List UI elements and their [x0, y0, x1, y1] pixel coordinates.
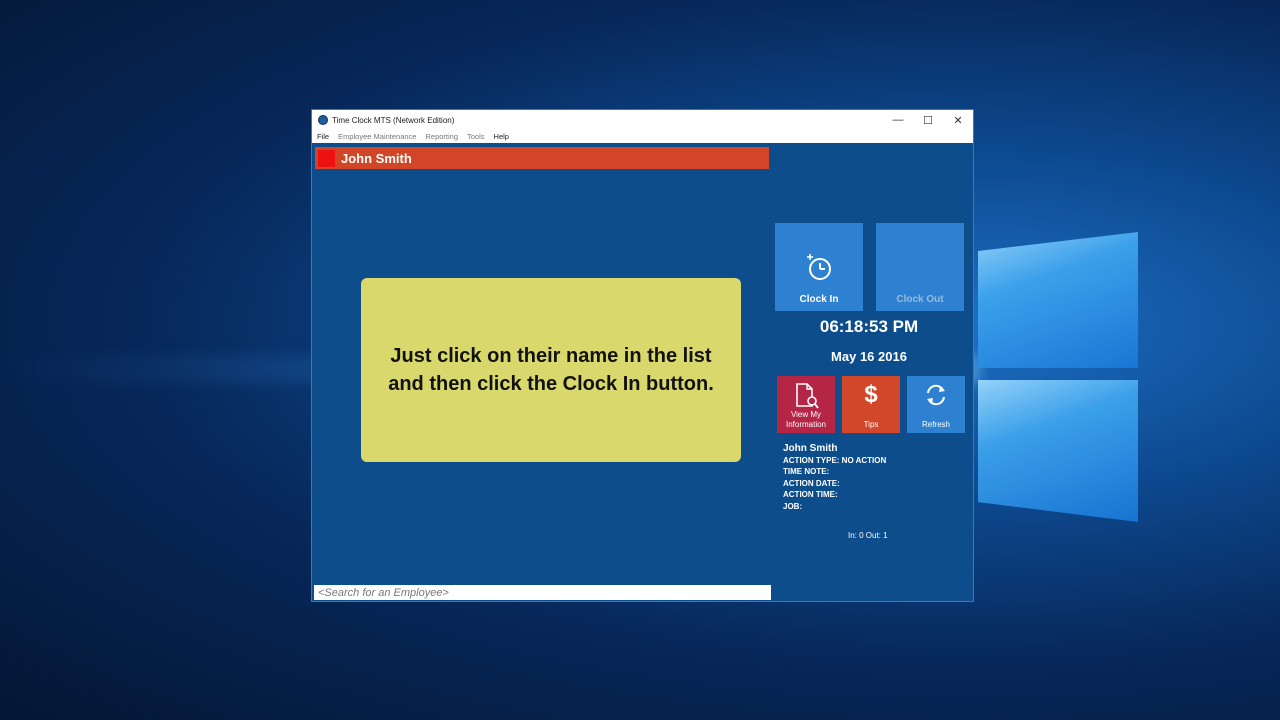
windows-logo-pane-bottom	[978, 380, 1138, 522]
tips-button[interactable]: $ Tips	[842, 376, 900, 433]
current-time: 06:18:53 PM	[819, 317, 919, 336]
time-clock-window: Time Clock MTS (Network Edition) — ☐ ✕ F…	[311, 109, 974, 602]
menu-help[interactable]: Help	[494, 132, 509, 141]
employee-search-input[interactable]	[314, 585, 771, 600]
refresh-label: Refresh	[921, 420, 950, 429]
window-title: Time Clock MTS (Network Edition)	[332, 115, 455, 125]
employee-list-item-selected[interactable]: John Smith	[315, 147, 769, 169]
clock-out-button[interactable]: Clock Out	[876, 223, 964, 311]
refresh-button[interactable]: Refresh	[907, 376, 965, 433]
status-job: JOB:	[783, 501, 803, 511]
windows-logo-pane-top	[978, 232, 1138, 368]
clock-add-icon	[807, 254, 831, 280]
menu-employee-maintenance[interactable]: Employee Maintenance	[338, 132, 416, 141]
status-employee-name: John Smith	[783, 443, 838, 454]
document-search-icon	[796, 383, 819, 409]
dollar-icon: $	[864, 381, 878, 408]
clock-in-label: Clock In	[799, 294, 839, 305]
current-date: May 16 2016	[831, 349, 907, 364]
hint-text: Just click on their name in the list and…	[388, 345, 714, 395]
view-my-information-button[interactable]: View My Information	[777, 376, 835, 433]
minimize-button[interactable]: —	[883, 110, 913, 130]
clock-out-label: Clock Out	[896, 294, 944, 305]
employee-name: John Smith	[341, 150, 412, 166]
menu-reporting[interactable]: Reporting	[425, 132, 458, 141]
status-time-note: TIME NOTE:	[783, 467, 830, 476]
maximize-button[interactable]: ☐	[913, 110, 943, 130]
menu-file[interactable]: File	[317, 132, 329, 141]
in-out-counts: In: 0 Out: 1	[848, 531, 888, 540]
menu-tools[interactable]: Tools	[467, 132, 485, 141]
menu-bar: File Employee Maintenance Reporting Tool…	[312, 130, 973, 143]
status-action-time: ACTION TIME:	[783, 490, 838, 499]
status-swatch	[318, 149, 335, 167]
employee-status-panel: John Smith ACTION TYPE: NO ACTION TIME N…	[783, 443, 886, 512]
window-controls: — ☐ ✕	[883, 110, 973, 130]
status-action-type: ACTION TYPE: NO ACTION	[783, 455, 887, 465]
status-action-date: ACTION DATE:	[783, 478, 840, 488]
refresh-icon	[927, 384, 945, 406]
tips-label: Tips	[863, 420, 879, 429]
title-bar[interactable]: Time Clock MTS (Network Edition) — ☐ ✕	[312, 110, 973, 130]
close-button[interactable]: ✕	[943, 110, 973, 130]
hint-callout: Just click on their name in the list and…	[361, 278, 741, 462]
clock-in-button[interactable]: Clock In	[775, 223, 863, 311]
view-info-label: View My Information	[785, 410, 827, 429]
app-clock-icon	[318, 115, 328, 125]
